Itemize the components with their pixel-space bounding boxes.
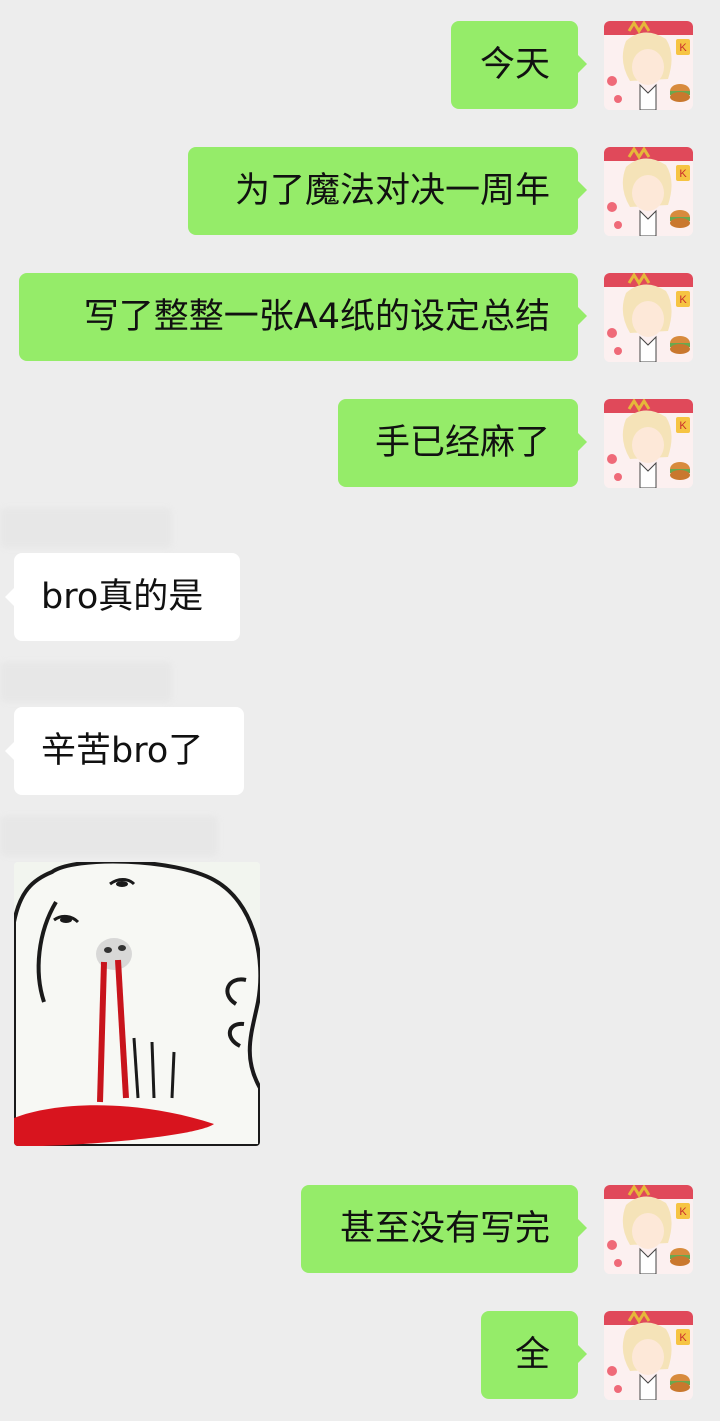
nosebleed-meme-sticker — [14, 862, 260, 1146]
message-bubble-incoming[interactable]: bro真的是 — [5, 553, 240, 641]
svg-text:K: K — [679, 420, 687, 432]
user-avatar[interactable]: K — [604, 1185, 693, 1274]
svg-text:K: K — [679, 294, 687, 306]
message-bubble-outgoing[interactable]: 写了整整一张A4纸的设定总结 — [19, 273, 587, 361]
message-text: 甚至没有写完 — [339, 1209, 550, 1249]
anime-character-avatar-icon: K — [604, 273, 693, 362]
anime-character-avatar-icon: K — [604, 399, 693, 488]
message-text: 为了魔法对决一周年 — [234, 171, 550, 211]
anime-character-avatar-icon: K — [604, 147, 693, 236]
anime-character-avatar-icon: K — [604, 1311, 693, 1400]
message-bubble-outgoing[interactable]: 甚至没有写完 — [301, 1185, 587, 1273]
message-text: bro真的是 — [41, 577, 204, 617]
anime-character-avatar-icon: K — [604, 21, 693, 110]
redacted-sender-name — [0, 662, 172, 702]
sticker-message[interactable] — [14, 862, 260, 1146]
message-bubble-outgoing[interactable]: 手已经麻了 — [338, 399, 587, 487]
anime-character-avatar-icon: K — [604, 1185, 693, 1274]
user-avatar[interactable]: K — [604, 273, 693, 362]
message-bubble-incoming[interactable]: 辛苦bro了 — [5, 707, 244, 795]
message-bubble-outgoing[interactable]: 全 — [481, 1311, 587, 1399]
message-bubble-outgoing[interactable]: 今天 — [451, 21, 587, 109]
svg-text:K: K — [679, 1332, 687, 1344]
redacted-sender-name — [0, 816, 218, 856]
svg-text:K: K — [679, 1206, 687, 1218]
user-avatar[interactable]: K — [604, 1311, 693, 1400]
message-bubble-outgoing[interactable]: 为了魔法对决一周年 — [188, 147, 587, 235]
svg-text:K: K — [679, 42, 687, 54]
user-avatar[interactable]: K — [604, 21, 693, 110]
message-text: 写了整整一张A4纸的设定总结 — [83, 297, 550, 337]
user-avatar[interactable]: K — [604, 147, 693, 236]
message-text: 今天 — [479, 45, 550, 85]
user-avatar[interactable]: K — [604, 399, 693, 488]
svg-text:K: K — [679, 168, 687, 180]
redacted-sender-name — [0, 508, 172, 548]
message-text: 手已经麻了 — [374, 423, 550, 463]
message-text: 全 — [514, 1335, 550, 1375]
chat-screen: { "messages": [ {"side": "out", "text": … — [0, 0, 720, 1421]
message-text: 辛苦bro了 — [41, 731, 204, 771]
